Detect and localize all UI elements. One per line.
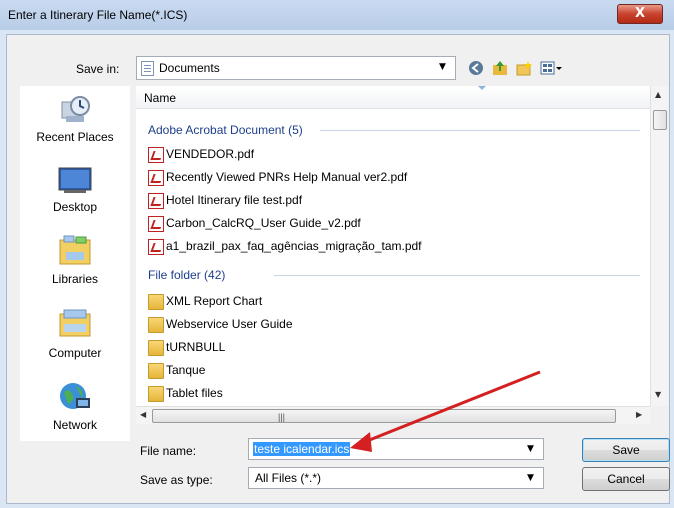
annotation-arrow-icon	[350, 370, 541, 452]
save-dialog: Enter a Itinerary File Name(*.ICS) X Sav…	[0, 0, 674, 508]
